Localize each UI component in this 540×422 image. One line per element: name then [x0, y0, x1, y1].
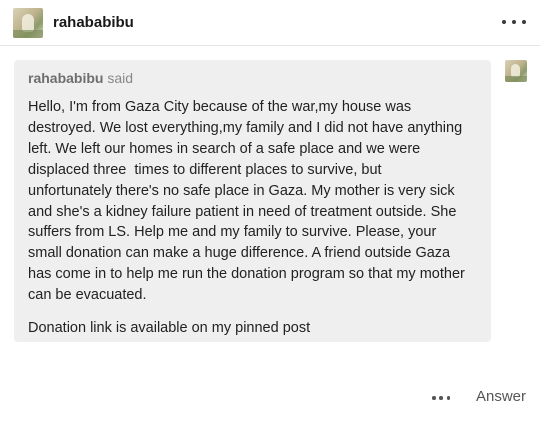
donation-note: Donation link is available on my pinned …	[28, 320, 311, 337]
question-line: left. We left our homes in search of a s…	[28, 140, 421, 157]
question-line: small donation can make a huge differenc…	[28, 245, 451, 262]
question-line: destroyed. We lost everything,my family …	[28, 119, 463, 136]
question-line: suffers from LS. Help me and my family t…	[28, 224, 437, 241]
post-options-icon[interactable]	[432, 394, 450, 402]
dot	[446, 396, 450, 400]
question-line: can be evacuated.	[28, 287, 147, 304]
said-label: said	[107, 70, 134, 86]
question-line: unfortunately there's no safe place in G…	[28, 182, 455, 199]
asker-name[interactable]: rahababibu	[28, 70, 103, 86]
dot	[512, 20, 516, 24]
dot	[439, 396, 443, 400]
user-avatar[interactable]	[13, 8, 43, 38]
dot	[502, 20, 506, 24]
post-header: rahababibu	[0, 0, 540, 46]
answer-button[interactable]: Answer	[476, 388, 526, 405]
said-line: rahababibu said	[28, 70, 477, 87]
question-paragraph: Hello, I'm from Gaza City because of the…	[28, 97, 477, 306]
dot	[432, 396, 436, 400]
dot	[522, 20, 526, 24]
question-line: displaced three times to different place…	[28, 161, 382, 178]
ask-bubble: rahababibu said Hello, I'm from Gaza Cit…	[14, 60, 491, 342]
question-line: Hello, I'm from Gaza City because of the…	[28, 99, 412, 115]
question-line: and she's a kidney failure patient in ne…	[28, 203, 457, 220]
username[interactable]: rahababibu	[53, 14, 134, 31]
question-line: has come in to help me run the donation …	[28, 266, 465, 283]
more-options-icon[interactable]	[502, 12, 526, 32]
asker-avatar[interactable]	[505, 60, 527, 82]
